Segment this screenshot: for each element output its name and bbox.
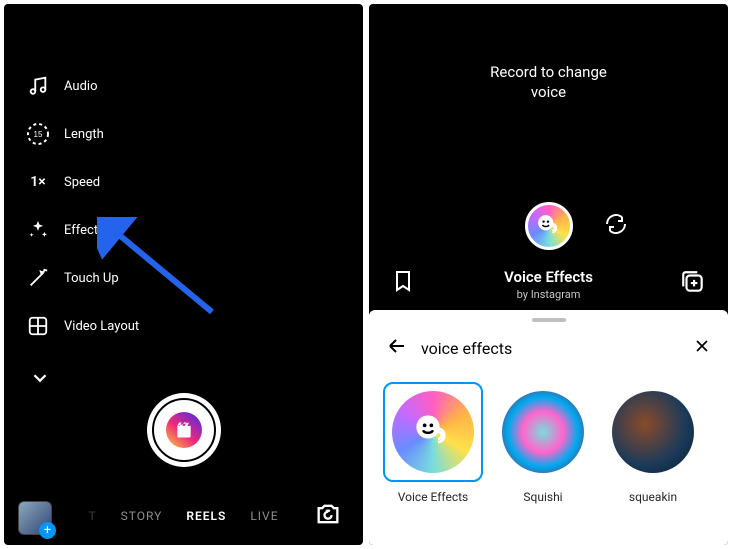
reset-icon [604,212,628,236]
record-hint: Record to change voice [369,62,728,103]
touchup-label: Touch Up [64,271,119,286]
selected-effect-orb[interactable] [525,202,573,250]
record-hint-line2: voice [369,82,728,102]
audio-label: Audio [64,79,97,94]
length-label: Length [64,127,104,142]
svg-text:15: 15 [34,130,43,139]
clear-search-button[interactable] [692,336,712,360]
layout-grid-icon [26,314,50,338]
effect-title-block: Voice Effects by Instagram [369,268,728,301]
layout-tool[interactable]: Video Layout [26,314,139,338]
speed-label: Speed [64,175,100,190]
effects-tool[interactable]: Effects [26,218,139,242]
voice-face-icon [413,412,453,452]
effects-search-sheet: voice effects Voice Effects Squishi [369,310,728,545]
back-button[interactable] [385,334,409,362]
voice-face-icon [536,213,562,239]
audio-tool[interactable]: Audio [26,74,139,98]
effects-results-grid: Voice Effects Squishi squeakin [369,372,728,510]
effect-name: Voice Effects [369,268,728,286]
capture-button[interactable] [147,393,221,467]
sparkles-icon [26,218,50,242]
wand-icon [26,266,50,290]
effect-frame [383,382,483,482]
effect-label: Voice Effects [398,490,468,504]
effect-frame [493,382,593,482]
arrow-left-icon [385,334,409,358]
reels-camera-screen: Audio 15 Length 1× Speed Effects [4,4,363,545]
effect-thumb [502,391,584,473]
flip-camera-button[interactable] [311,497,345,531]
tab-reels[interactable]: REELS [186,509,226,523]
effect-label: squeakin [629,490,677,504]
timer-15-icon: 15 [26,122,50,146]
tab-story[interactable]: STORY [121,509,163,523]
effects-label: Effects [64,223,105,238]
effect-card-squeakin[interactable]: squeakin [605,382,701,504]
music-note-icon [26,74,50,98]
more-tools[interactable] [28,366,139,390]
touchup-tool[interactable]: Touch Up [26,266,139,290]
layout-label: Video Layout [64,319,139,334]
record-hint-line1: Record to change [369,62,728,82]
chevron-down-icon [28,366,52,390]
tab-live[interactable]: LIVE [250,509,278,523]
speed-1x-icon: 1× [26,170,50,194]
effect-thumb [612,391,694,473]
effect-card-squishi[interactable]: Squishi [495,382,591,504]
capture-ring [152,398,216,462]
effect-label: Squishi [523,490,562,504]
search-row: voice effects [369,322,728,372]
camera-tools: Audio 15 Length 1× Speed Effects [26,74,139,390]
add-badge-icon: + [39,522,56,539]
speed-tool[interactable]: 1× Speed [26,170,139,194]
flip-camera-icon [314,500,342,528]
effects-browser-screen: Record to change voice Voice Effects by … [369,4,728,545]
mode-tabs: T STORY REELS LIVE [4,509,363,523]
close-icon [692,336,712,356]
length-tool[interactable]: 15 Length [26,122,139,146]
effect-author: by Instagram [369,288,728,301]
gallery-thumbnail[interactable]: + [18,501,52,535]
search-input[interactable]: voice effects [421,339,680,358]
effect-frame [603,382,703,482]
effect-card-voice-effects[interactable]: Voice Effects [385,382,481,504]
effect-thumb [392,391,474,473]
reels-clapper-icon [166,412,202,448]
tab-t[interactable]: T [88,509,96,523]
reset-effect-button[interactable] [604,212,628,240]
